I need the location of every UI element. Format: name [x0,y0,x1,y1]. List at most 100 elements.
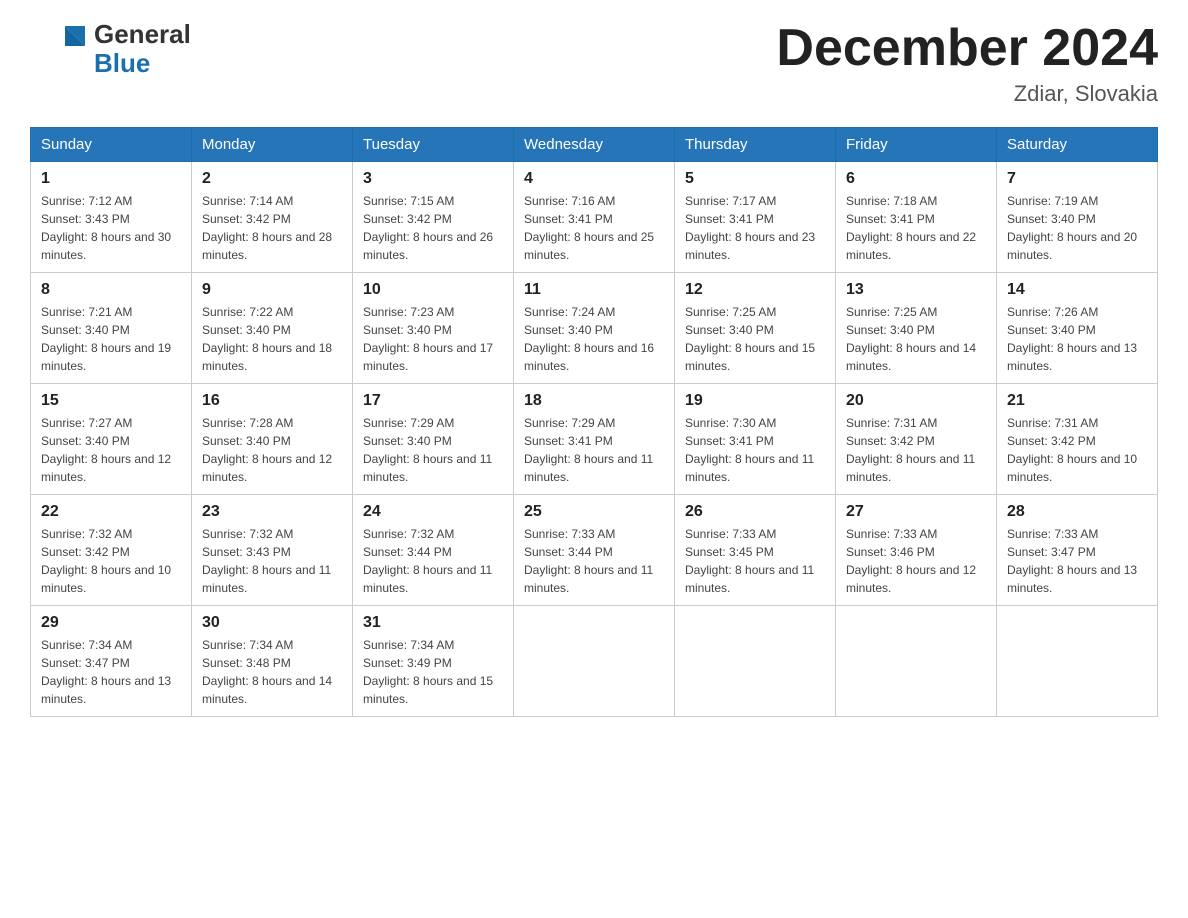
day-number: 4 [524,170,664,188]
day-info: Sunrise: 7:28 AM Sunset: 3:40 PM Dayligh… [202,414,342,486]
sunrise-label: Sunrise: 7:26 AM [1007,305,1098,319]
sunset-label: Sunset: 3:44 PM [524,545,613,559]
sunrise-label: Sunrise: 7:25 AM [846,305,937,319]
day-info: Sunrise: 7:34 AM Sunset: 3:48 PM Dayligh… [202,636,342,708]
table-row: 3 Sunrise: 7:15 AM Sunset: 3:42 PM Dayli… [353,162,514,273]
sunrise-label: Sunrise: 7:34 AM [202,638,293,652]
header-monday: Monday [192,128,353,162]
day-info: Sunrise: 7:33 AM Sunset: 3:45 PM Dayligh… [685,525,825,597]
day-number: 9 [202,281,342,299]
table-row [836,606,997,717]
daylight-label: Daylight: 8 hours and 19 minutes. [41,341,171,373]
sunset-label: Sunset: 3:47 PM [41,656,130,670]
day-number: 16 [202,392,342,410]
day-number: 3 [363,170,503,188]
header-saturday: Saturday [997,128,1158,162]
sunset-label: Sunset: 3:43 PM [41,212,130,226]
day-number: 23 [202,503,342,521]
day-info: Sunrise: 7:23 AM Sunset: 3:40 PM Dayligh… [363,303,503,375]
sunrise-label: Sunrise: 7:32 AM [202,527,293,541]
table-row: 13 Sunrise: 7:25 AM Sunset: 3:40 PM Dayl… [836,273,997,384]
sunrise-label: Sunrise: 7:31 AM [1007,416,1098,430]
table-row: 20 Sunrise: 7:31 AM Sunset: 3:42 PM Dayl… [836,384,997,495]
sunrise-label: Sunrise: 7:21 AM [41,305,132,319]
sunrise-label: Sunrise: 7:29 AM [363,416,454,430]
day-info: Sunrise: 7:25 AM Sunset: 3:40 PM Dayligh… [846,303,986,375]
table-row: 10 Sunrise: 7:23 AM Sunset: 3:40 PM Dayl… [353,273,514,384]
sunset-label: Sunset: 3:40 PM [41,323,130,337]
day-info: Sunrise: 7:25 AM Sunset: 3:40 PM Dayligh… [685,303,825,375]
calendar-week-row: 1 Sunrise: 7:12 AM Sunset: 3:43 PM Dayli… [31,162,1158,273]
table-row [997,606,1158,717]
sunrise-label: Sunrise: 7:32 AM [41,527,132,541]
day-info: Sunrise: 7:24 AM Sunset: 3:40 PM Dayligh… [524,303,664,375]
location: Zdiar, Slovakia [776,81,1158,107]
calendar-week-row: 22 Sunrise: 7:32 AM Sunset: 3:42 PM Dayl… [31,495,1158,606]
logo-svg [30,21,90,76]
day-number: 11 [524,281,664,299]
sunset-label: Sunset: 3:40 PM [363,323,452,337]
table-row: 27 Sunrise: 7:33 AM Sunset: 3:46 PM Dayl… [836,495,997,606]
sunset-label: Sunset: 3:41 PM [524,434,613,448]
table-row: 7 Sunrise: 7:19 AM Sunset: 3:40 PM Dayli… [997,162,1158,273]
day-info: Sunrise: 7:22 AM Sunset: 3:40 PM Dayligh… [202,303,342,375]
header-thursday: Thursday [675,128,836,162]
daylight-label: Daylight: 8 hours and 10 minutes. [1007,452,1137,484]
daylight-label: Daylight: 8 hours and 11 minutes. [524,452,653,484]
table-row [514,606,675,717]
table-row: 19 Sunrise: 7:30 AM Sunset: 3:41 PM Dayl… [675,384,836,495]
sunrise-label: Sunrise: 7:22 AM [202,305,293,319]
sunset-label: Sunset: 3:47 PM [1007,545,1096,559]
day-number: 7 [1007,170,1147,188]
daylight-label: Daylight: 8 hours and 11 minutes. [363,563,492,595]
sunrise-label: Sunrise: 7:19 AM [1007,194,1098,208]
sunrise-label: Sunrise: 7:29 AM [524,416,615,430]
daylight-label: Daylight: 8 hours and 13 minutes. [41,674,171,706]
daylight-label: Daylight: 8 hours and 26 minutes. [363,230,493,262]
logo: General Blue [30,20,191,77]
day-number: 2 [202,170,342,188]
day-info: Sunrise: 7:32 AM Sunset: 3:42 PM Dayligh… [41,525,181,597]
calendar-table: Sunday Monday Tuesday Wednesday Thursday… [30,127,1158,717]
sunrise-label: Sunrise: 7:18 AM [846,194,937,208]
sunset-label: Sunset: 3:44 PM [363,545,452,559]
table-row: 9 Sunrise: 7:22 AM Sunset: 3:40 PM Dayli… [192,273,353,384]
daylight-label: Daylight: 8 hours and 17 minutes. [363,341,493,373]
daylight-label: Daylight: 8 hours and 20 minutes. [1007,230,1137,262]
calendar-week-row: 15 Sunrise: 7:27 AM Sunset: 3:40 PM Dayl… [31,384,1158,495]
sunrise-label: Sunrise: 7:15 AM [363,194,454,208]
sunset-label: Sunset: 3:41 PM [685,212,774,226]
daylight-label: Daylight: 8 hours and 13 minutes. [1007,341,1137,373]
sunrise-label: Sunrise: 7:25 AM [685,305,776,319]
sunrise-label: Sunrise: 7:27 AM [41,416,132,430]
sunrise-label: Sunrise: 7:28 AM [202,416,293,430]
daylight-label: Daylight: 8 hours and 11 minutes. [685,563,814,595]
sunset-label: Sunset: 3:41 PM [846,212,935,226]
table-row: 30 Sunrise: 7:34 AM Sunset: 3:48 PM Dayl… [192,606,353,717]
sunset-label: Sunset: 3:42 PM [41,545,130,559]
sunset-label: Sunset: 3:42 PM [1007,434,1096,448]
day-number: 30 [202,614,342,632]
table-row: 2 Sunrise: 7:14 AM Sunset: 3:42 PM Dayli… [192,162,353,273]
daylight-label: Daylight: 8 hours and 12 minutes. [202,452,332,484]
day-info: Sunrise: 7:29 AM Sunset: 3:40 PM Dayligh… [363,414,503,486]
day-number: 8 [41,281,181,299]
sunrise-label: Sunrise: 7:17 AM [685,194,776,208]
table-row: 16 Sunrise: 7:28 AM Sunset: 3:40 PM Dayl… [192,384,353,495]
daylight-label: Daylight: 8 hours and 12 minutes. [846,563,976,595]
day-info: Sunrise: 7:29 AM Sunset: 3:41 PM Dayligh… [524,414,664,486]
sunset-label: Sunset: 3:43 PM [202,545,291,559]
day-number: 24 [363,503,503,521]
day-number: 22 [41,503,181,521]
day-number: 15 [41,392,181,410]
table-row: 24 Sunrise: 7:32 AM Sunset: 3:44 PM Dayl… [353,495,514,606]
table-row: 11 Sunrise: 7:24 AM Sunset: 3:40 PM Dayl… [514,273,675,384]
sunset-label: Sunset: 3:40 PM [41,434,130,448]
sunset-label: Sunset: 3:42 PM [846,434,935,448]
logo-general-text: General [94,19,191,49]
day-number: 26 [685,503,825,521]
header-wednesday: Wednesday [514,128,675,162]
day-info: Sunrise: 7:27 AM Sunset: 3:40 PM Dayligh… [41,414,181,486]
sunset-label: Sunset: 3:42 PM [202,212,291,226]
sunrise-label: Sunrise: 7:23 AM [363,305,454,319]
